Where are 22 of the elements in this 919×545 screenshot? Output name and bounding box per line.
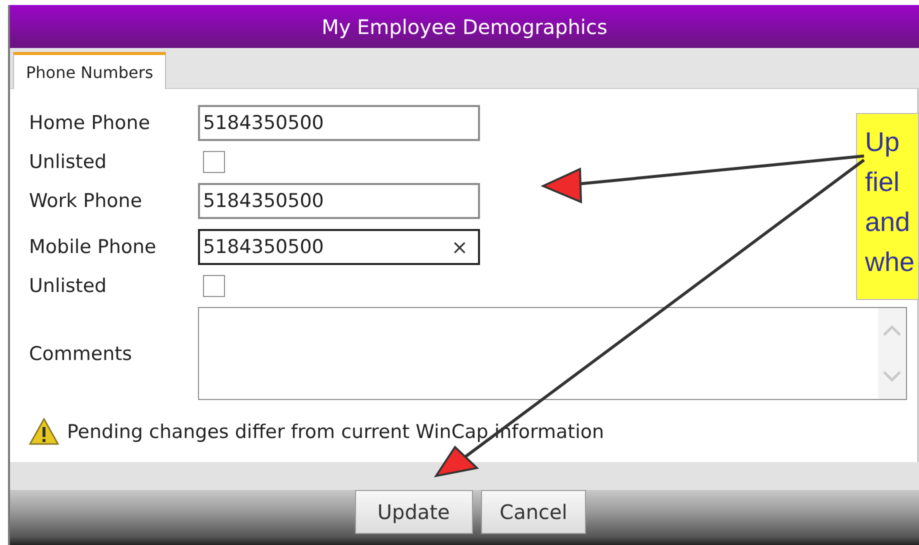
unlisted-checkbox[interactable] bbox=[203, 275, 225, 297]
field-label: Mobile Phone bbox=[29, 236, 158, 258]
callout-text: Up bbox=[865, 126, 901, 159]
warning-message: Pending changes differ from current WinCap information bbox=[67, 420, 604, 442]
field-label: Home Phone bbox=[29, 112, 152, 134]
clear-button[interactable]: × bbox=[447, 235, 472, 259]
window-title: My Employee Demographics bbox=[10, 5, 919, 48]
dialog-button[interactable]: Cancel bbox=[480, 490, 586, 534]
phone-input-field[interactable]: 5184350500 bbox=[198, 183, 480, 219]
dialog-button[interactable]: Update bbox=[354, 490, 473, 534]
warning-icon bbox=[29, 418, 59, 445]
callout-text: fiel bbox=[865, 166, 901, 199]
phone-input-field[interactable]: 5184350500 × bbox=[198, 229, 480, 265]
unlisted-checkbox[interactable] bbox=[203, 151, 225, 173]
tab[interactable]: Phone Numbers bbox=[13, 52, 166, 89]
field-label: Work Phone bbox=[29, 190, 144, 212]
field-label: Comments bbox=[29, 342, 133, 364]
field-label: Unlisted bbox=[29, 275, 108, 297]
callout-text: and bbox=[865, 206, 912, 239]
callout-text: whe bbox=[865, 246, 916, 279]
phone-input-field[interactable]: 5184350500 bbox=[198, 105, 480, 141]
field-label: Unlisted bbox=[29, 151, 108, 173]
